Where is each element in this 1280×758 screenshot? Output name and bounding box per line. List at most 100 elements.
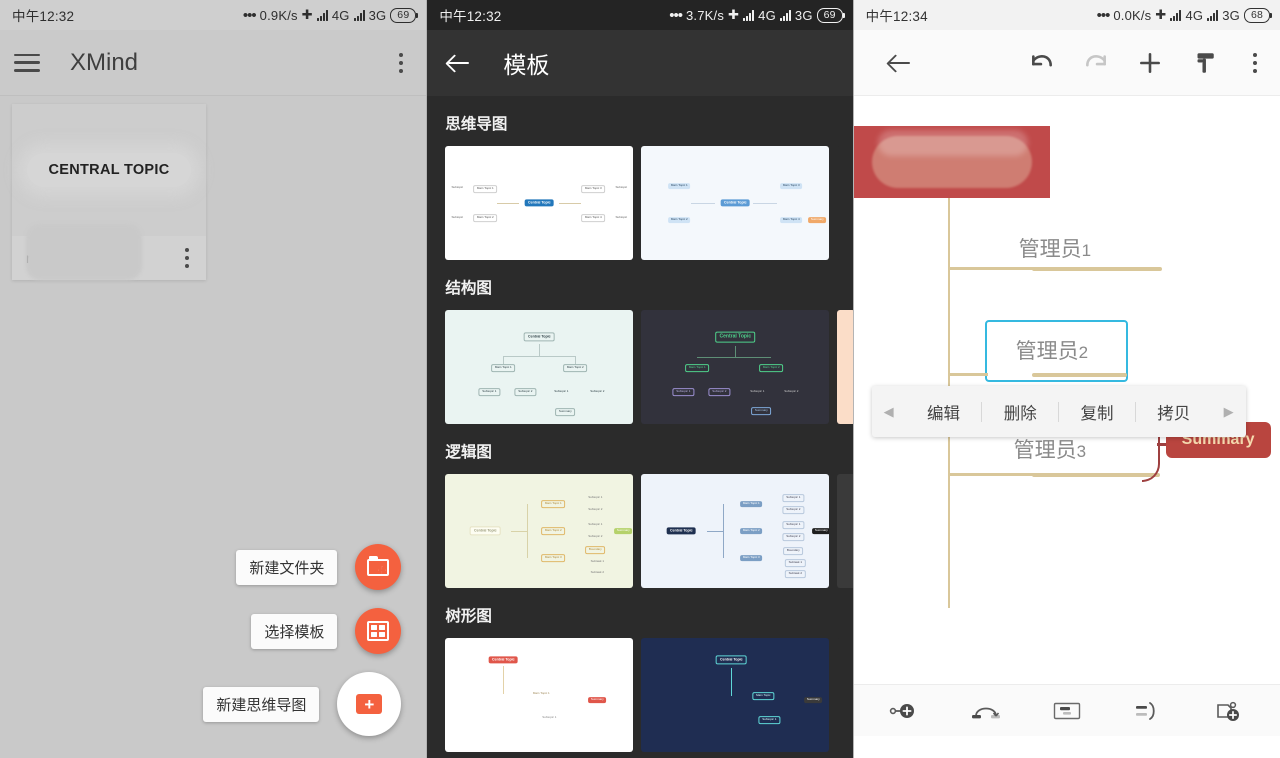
template-card[interactable]	[837, 146, 852, 260]
template-card[interactable]: Central Topic Main Topic 1 Main Topic 2 …	[445, 474, 633, 588]
context-menu: ◀ 编辑 删除 复制 拷贝 ▶	[872, 386, 1246, 437]
template-row: Central Topic Main Topic 1 Main Topic 2 …	[445, 310, 852, 424]
signal-bars-icon	[1170, 10, 1181, 21]
topic-node-3[interactable]: 管理员3	[1014, 434, 1086, 464]
panel-file-list: 中午12:32 ••• 0.9K/s ✚ 4G 3G 69 XMind	[0, 0, 426, 758]
mindmap-canvas[interactable]: 管理员1 管理员2 管理员3 Summary ◀	[854, 96, 1280, 736]
bluetooth-icon: ✚	[728, 7, 739, 23]
topic-label: 管理员	[1014, 439, 1077, 462]
paint-roller-icon[interactable]	[1190, 49, 1218, 77]
file-list-body: CENTRAL TOPIC n 新建文件夹 选择模板	[0, 96, 426, 758]
kebab-icon[interactable]	[390, 51, 412, 75]
chevron-left-icon[interactable]: ◀	[872, 404, 906, 420]
context-menu-item-paste[interactable]: 拷贝	[1151, 400, 1196, 424]
template-grid-icon	[367, 621, 389, 641]
template-card[interactable]	[837, 310, 852, 424]
bottom-toolbar	[854, 684, 1280, 736]
status-time: 中午12:32	[439, 5, 501, 25]
fab-row-new-mindmap: 新建思维导图 +	[203, 672, 401, 736]
fab-label-new-mindmap[interactable]: 新建思维导图	[203, 687, 319, 722]
signal-bars-icon-2	[354, 10, 365, 21]
template-section: 思维导图 Central Topic Main Topic 1 Main Top…	[427, 96, 852, 260]
network-type-1: 4G	[332, 8, 350, 23]
template-card[interactable]: Central Topic Main Topic Summary Subtopi…	[641, 638, 829, 752]
redo-icon	[1082, 49, 1110, 77]
topic-underline-2	[1032, 373, 1127, 377]
status-bar: 中午12:32 ••• 3.7K/s ✚ 4G 3G 69	[427, 0, 852, 30]
template-card[interactable]: Central Topic Main Topic 1 Summary Subto…	[445, 638, 633, 752]
topic-node-2[interactable]: 管理员2	[1016, 335, 1088, 365]
template-card[interactable]: Central Topic Main Topic 1 Main Topic 2 …	[445, 146, 633, 260]
network-type-2: 3G	[795, 8, 813, 23]
file-card-thumbnail: CENTRAL TOPIC	[12, 104, 206, 236]
battery-indicator: 68	[1244, 8, 1270, 23]
context-menu-item-edit[interactable]: 编辑	[921, 400, 966, 424]
template-section: 逻辑图 Central Topic Main Topic 1 Main Topi…	[427, 424, 852, 588]
fab-row-new-folder: 新建文件夹	[236, 544, 401, 590]
context-menu-item-delete[interactable]: 删除	[998, 400, 1043, 424]
template-card[interactable]	[837, 474, 852, 588]
new-folder-button[interactable]	[355, 544, 401, 590]
template-card[interactable]: Central Topic Main Topic 1 Main Topic 2 …	[641, 310, 829, 424]
plus-square-icon: +	[356, 694, 382, 714]
root-topic-highlight	[878, 130, 1028, 156]
battery-indicator: 69	[817, 8, 843, 23]
insert-image-icon[interactable]	[1209, 694, 1249, 728]
root-topic-node[interactable]	[854, 126, 1050, 198]
three-panel-screenshot: 中午12:32 ••• 0.9K/s ✚ 4G 3G 69 XMind	[0, 0, 1280, 758]
template-section: 结构图 Central Topic Main Topic 1 Main Topi…	[427, 260, 852, 424]
panel-template-gallery: 中午12:32 ••• 3.7K/s ✚ 4G 3G 69 模板 思维导图	[427, 0, 852, 758]
new-mindmap-fab[interactable]: +	[337, 672, 401, 736]
template-sections[interactable]: 思维导图 Central Topic Main Topic 1 Main Top…	[427, 96, 852, 758]
page-title: 模板	[503, 46, 549, 80]
chevron-right-icon[interactable]: ▶	[1212, 404, 1246, 420]
template-card[interactable]: Central Topic Main Topic 1 Main Topic 2 …	[641, 474, 829, 588]
app-bar: 模板	[427, 30, 852, 96]
topic-underline-3	[1032, 473, 1160, 477]
menu-divider	[981, 402, 982, 422]
back-arrow-icon[interactable]	[886, 50, 912, 76]
add-subtopic-icon[interactable]	[884, 694, 924, 728]
kebab-icon[interactable]	[176, 246, 198, 270]
netspeed-value: 0.9K/s	[260, 8, 298, 23]
topic-label: 管理员	[1016, 340, 1079, 363]
boundary-icon[interactable]	[1047, 694, 1087, 728]
branch-connector-2	[948, 373, 988, 376]
app-bar: XMind	[0, 30, 426, 96]
template-card[interactable]	[837, 638, 852, 752]
relationship-icon[interactable]	[966, 694, 1006, 728]
back-arrow-icon[interactable]	[445, 50, 471, 76]
bluetooth-icon: ✚	[302, 7, 313, 23]
topic-node-1[interactable]: 管理员1	[1019, 233, 1091, 263]
menu-divider	[1135, 402, 1136, 422]
template-row: Central Topic Main Topic 1 Main Topic 2 …	[445, 474, 852, 588]
topic-number: 1	[1082, 241, 1091, 260]
netspeed-value: 3.7K/s	[686, 8, 724, 23]
fab-label-new-folder[interactable]: 新建文件夹	[236, 550, 337, 585]
branch-connector-1	[948, 267, 1034, 270]
menu-divider	[1058, 402, 1059, 422]
network-type-2: 3G	[369, 8, 387, 23]
plus-icon[interactable]	[1136, 49, 1164, 77]
fab-stack: 新建文件夹 选择模板 新建思维导图 +	[203, 544, 401, 736]
file-card[interactable]: CENTRAL TOPIC n	[12, 104, 206, 280]
hamburger-icon[interactable]	[14, 54, 40, 72]
netspeed-value: 0.0K/s	[1113, 8, 1151, 23]
topic-number: 2	[1079, 343, 1088, 362]
template-card[interactable]: Central Topic Main Topic 1 Main Topic 2 …	[445, 310, 633, 424]
kebab-icon[interactable]	[1244, 51, 1266, 75]
template-row: Central Topic Main Topic 1 Summary Subto…	[445, 638, 852, 752]
branch-connector-3	[948, 473, 1034, 476]
undo-icon[interactable]	[1028, 49, 1056, 77]
finger-blur-overlay	[26, 224, 142, 280]
signal-bars-icon	[743, 10, 754, 21]
fab-label-choose-template[interactable]: 选择模板	[251, 614, 337, 649]
section-heading: 逻辑图	[445, 424, 852, 474]
template-card[interactable]: Central Topic Main Topic 1 Main Topic 2 …	[641, 146, 829, 260]
signal-bars-icon-2	[1207, 10, 1218, 21]
summary-icon[interactable]	[1128, 694, 1168, 728]
section-heading: 结构图	[445, 260, 852, 310]
context-menu-item-copy[interactable]: 复制	[1075, 400, 1120, 424]
page-title: XMind	[70, 49, 138, 77]
choose-template-button[interactable]	[355, 608, 401, 654]
